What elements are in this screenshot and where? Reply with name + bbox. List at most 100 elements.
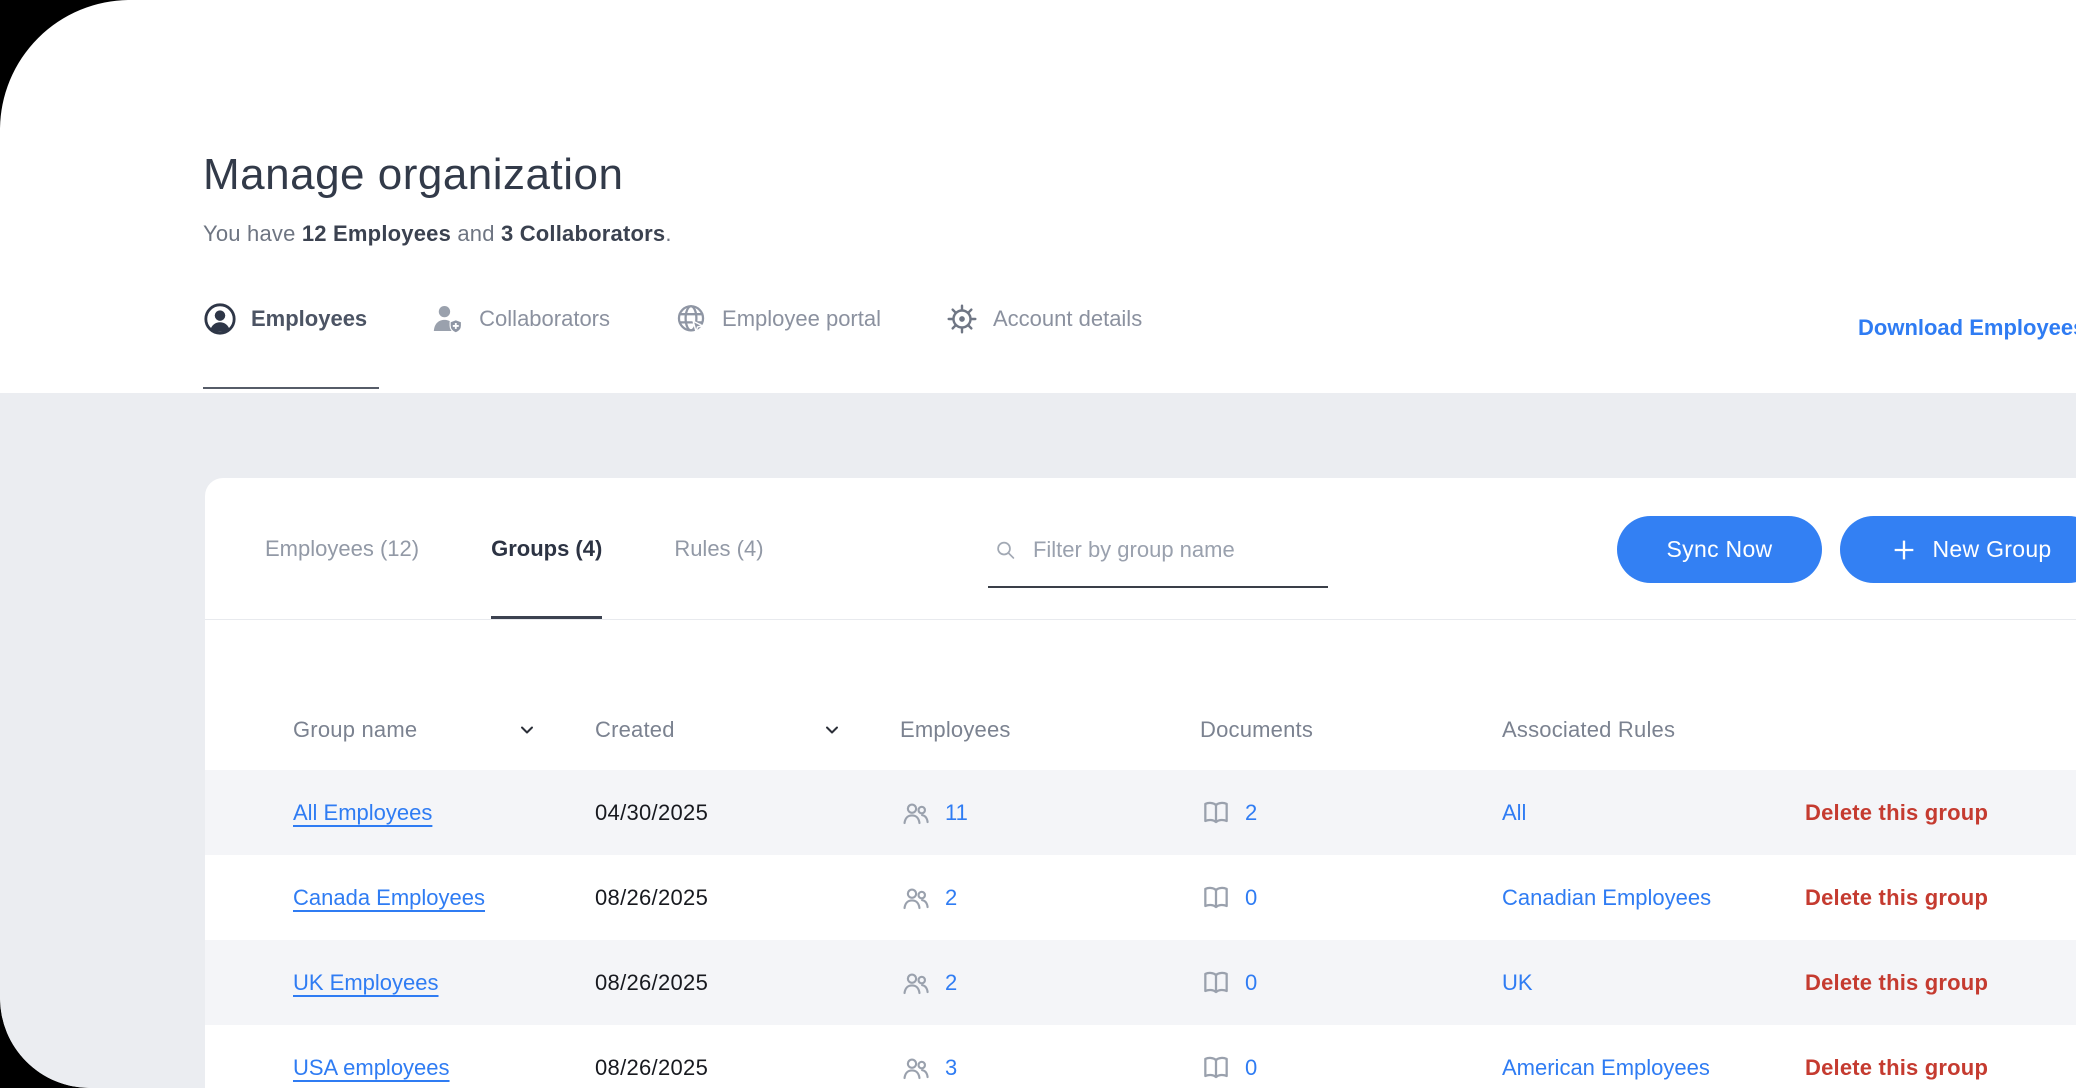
app-window: Manage organization You have 12 Employee… — [0, 0, 2076, 1088]
created-cell: 08/26/2025 — [595, 970, 900, 996]
employees-cell: 2 — [900, 967, 1200, 999]
tab-account-details[interactable]: Account details — [945, 302, 1142, 336]
employees-cell: 11 — [900, 797, 1200, 829]
open-book-icon — [1200, 882, 1232, 914]
created-cell: 08/26/2025 — [595, 885, 900, 911]
download-employees-link[interactable]: Download Employees — [1858, 315, 2076, 341]
associated-rule-link[interactable]: Canadian Employees — [1502, 885, 1711, 910]
page-header: Manage organization You have 12 Employee… — [0, 137, 2076, 393]
column-created[interactable]: Created — [595, 717, 900, 743]
subtitle-prefix: You have — [203, 221, 302, 246]
tab-employee-portal[interactable]: Employee portal — [674, 302, 881, 336]
new-group-label: New Group — [1932, 536, 2051, 563]
group-name-link[interactable]: USA employees — [293, 1055, 450, 1080]
associated-rule-cell: UK — [1502, 970, 1805, 996]
employees-cell: 2 — [900, 882, 1200, 914]
associated-rule-cell: American Employees — [1502, 1055, 1805, 1081]
card-tab-employees[interactable]: Employees (12) — [265, 478, 419, 619]
documents-cell: 2 — [1200, 797, 1502, 829]
card-tab-rules[interactable]: Rules (4) — [674, 478, 763, 619]
people-icon — [900, 1052, 932, 1084]
table-row: Canada Employees 08/26/2025 2 — [205, 855, 2076, 940]
gear-icon — [945, 302, 979, 336]
column-group-name[interactable]: Group name — [293, 717, 595, 743]
documents-cell: 0 — [1200, 882, 1502, 914]
people-icon — [900, 967, 932, 999]
document-count-link[interactable]: 2 — [1245, 800, 1257, 826]
group-filter — [988, 524, 1328, 588]
actions-cell: Delete this group — [1805, 800, 2076, 826]
new-group-button[interactable]: New Group — [1840, 516, 2076, 583]
column-associated-rules-label: Associated Rules — [1502, 717, 1675, 743]
created-cell: 08/26/2025 — [595, 1055, 900, 1081]
table-row: USA employees 08/26/2025 3 — [205, 1025, 2076, 1088]
document-count-link[interactable]: 0 — [1245, 970, 1257, 996]
open-book-icon — [1200, 797, 1232, 829]
card-header: Employees (12) Groups (4) Rules (4) Sync… — [205, 478, 2076, 620]
column-created-label: Created — [595, 717, 675, 743]
table-body: All Employees 04/30/2025 11 — [205, 770, 2076, 1088]
sync-now-label: Sync Now — [1667, 536, 1773, 563]
delete-group-button[interactable]: Delete this group — [1805, 885, 1988, 910]
group-name-cell: Canada Employees — [293, 885, 595, 911]
table-row: All Employees 04/30/2025 11 — [205, 770, 2076, 855]
group-name-link[interactable]: All Employees — [293, 800, 432, 825]
column-employees-label: Employees — [900, 717, 1011, 743]
group-name-cell: All Employees — [293, 800, 595, 826]
search-icon — [994, 537, 1017, 563]
employee-count-link[interactable]: 11 — [945, 800, 968, 826]
documents-cell: 0 — [1200, 967, 1502, 999]
plus-icon — [1890, 536, 1918, 564]
table-header: Group name Created Employees Documents A… — [205, 690, 2076, 770]
nav-tabs: Employees Collaborators — [203, 302, 1142, 336]
group-name-link[interactable]: Canada Employees — [293, 885, 485, 910]
person-shield-icon — [431, 302, 465, 336]
document-count-link[interactable]: 0 — [1245, 1055, 1257, 1081]
employee-count-link[interactable]: 3 — [945, 1055, 957, 1081]
sync-now-button[interactable]: Sync Now — [1617, 516, 1822, 583]
subtitle-suffix: . — [665, 221, 671, 246]
filter-by-group-name-input[interactable] — [1033, 537, 1324, 563]
people-icon — [900, 882, 932, 914]
groups-card: Employees (12) Groups (4) Rules (4) Sync… — [205, 478, 2076, 1088]
globe-icon — [674, 302, 708, 336]
actions-cell: Delete this group — [1805, 1055, 2076, 1081]
person-circle-icon — [203, 302, 237, 336]
card-tab-groups[interactable]: Groups (4) — [491, 478, 602, 619]
subtitle-employees-count: 12 Employees — [302, 221, 451, 246]
associated-rule-link[interactable]: American Employees — [1502, 1055, 1710, 1080]
page-subtitle: You have 12 Employees and 3 Collaborator… — [203, 221, 672, 247]
associated-rule-link[interactable]: All — [1502, 800, 1526, 825]
card-tab-rules-label: Rules (4) — [674, 536, 763, 562]
group-name-link[interactable]: UK Employees — [293, 970, 439, 995]
tab-employees-label: Employees — [251, 306, 367, 332]
group-name-cell: USA employees — [293, 1055, 595, 1081]
tab-employee-portal-label: Employee portal — [722, 306, 881, 332]
tab-collaborators-label: Collaborators — [479, 306, 610, 332]
delete-group-button[interactable]: Delete this group — [1805, 970, 1988, 995]
card-tab-groups-label: Groups (4) — [491, 536, 602, 562]
column-documents: Documents — [1200, 717, 1502, 743]
active-tab-underline — [203, 387, 379, 389]
employee-count-link[interactable]: 2 — [945, 885, 957, 911]
tab-employees[interactable]: Employees — [203, 302, 367, 336]
column-associated-rules: Associated Rules — [1502, 717, 1805, 743]
column-group-name-label: Group name — [293, 717, 417, 743]
employee-count-link[interactable]: 2 — [945, 970, 957, 996]
card-tabs: Employees (12) Groups (4) Rules (4) — [205, 478, 764, 619]
chevron-down-icon — [517, 720, 537, 740]
actions-cell: Delete this group — [1805, 885, 2076, 911]
chevron-down-icon — [822, 720, 842, 740]
delete-group-button[interactable]: Delete this group — [1805, 1055, 1988, 1080]
associated-rule-cell: Canadian Employees — [1502, 885, 1805, 911]
people-icon — [900, 797, 932, 829]
delete-group-button[interactable]: Delete this group — [1805, 800, 1988, 825]
associated-rule-cell: All — [1502, 800, 1805, 826]
document-count-link[interactable]: 0 — [1245, 885, 1257, 911]
table-row: UK Employees 08/26/2025 2 — [205, 940, 2076, 1025]
actions-cell: Delete this group — [1805, 970, 2076, 996]
card-tab-employees-label: Employees (12) — [265, 536, 419, 562]
associated-rule-link[interactable]: UK — [1502, 970, 1533, 995]
column-employees: Employees — [900, 717, 1200, 743]
tab-collaborators[interactable]: Collaborators — [431, 302, 610, 336]
